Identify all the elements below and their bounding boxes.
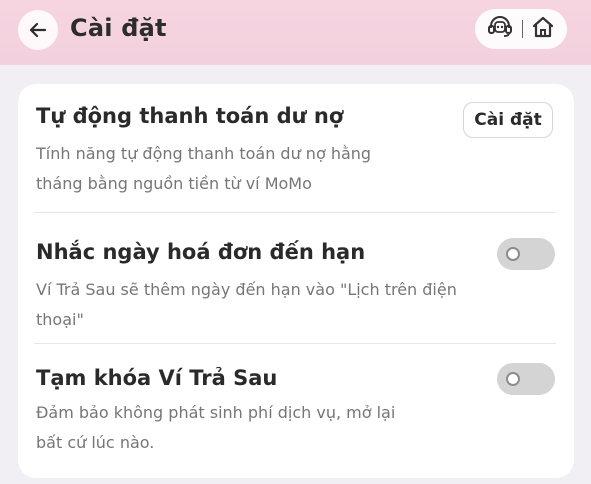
due-reminder-desc-line-2: thoại" bbox=[36, 310, 84, 329]
lock-wallet-desc-line-2: bất cứ lúc nào. bbox=[36, 433, 155, 452]
auto-pay-desc-line-1: Tính năng tự động thanh toán dư nợ hằng bbox=[36, 144, 372, 163]
due-reminder-desc-line-1: Ví Trả Sau sẽ thêm ngày đến hạn vào "Lịc… bbox=[36, 280, 457, 299]
app-header: Cài đặt bbox=[0, 0, 591, 65]
page-title: Cài đặt bbox=[70, 14, 167, 42]
back-button[interactable] bbox=[18, 10, 58, 50]
lock-wallet-title: Tạm khóa Ví Trả Sau bbox=[36, 366, 278, 390]
due-reminder-title: Nhắc ngày hoá đơn đến hạn bbox=[36, 240, 366, 264]
settings-card: Tự động thanh toán dư nợ Cài đặt Tính nă… bbox=[18, 84, 574, 478]
lock-wallet-toggle[interactable] bbox=[497, 363, 555, 395]
row-separator bbox=[34, 212, 556, 213]
auto-pay-description: Tính năng tự động thanh toán dư nợ hằng … bbox=[36, 139, 476, 199]
headset-icon[interactable] bbox=[487, 15, 513, 43]
toggle-knob bbox=[506, 247, 520, 261]
toggle-knob bbox=[506, 372, 520, 386]
due-reminder-description: Ví Trả Sau sẽ thêm ngày đến hạn vào "Lịc… bbox=[36, 275, 476, 335]
auto-pay-title: Tự động thanh toán dư nợ bbox=[36, 104, 344, 128]
header-divider bbox=[521, 20, 523, 38]
due-reminder-toggle[interactable] bbox=[497, 238, 555, 270]
row-separator bbox=[34, 343, 556, 344]
header-actions bbox=[475, 9, 567, 49]
auto-pay-desc-line-2: tháng bằng nguồn tiền từ ví MoMo bbox=[36, 174, 312, 193]
arrow-left-icon bbox=[29, 22, 47, 38]
auto-pay-setup-button[interactable]: Cài đặt bbox=[463, 102, 553, 138]
home-icon[interactable] bbox=[531, 15, 555, 43]
lock-wallet-description: Đảm bảo không phát sinh phí dịch vụ, mở … bbox=[36, 398, 476, 458]
lock-wallet-desc-line-1: Đảm bảo không phát sinh phí dịch vụ, mở … bbox=[36, 403, 396, 422]
